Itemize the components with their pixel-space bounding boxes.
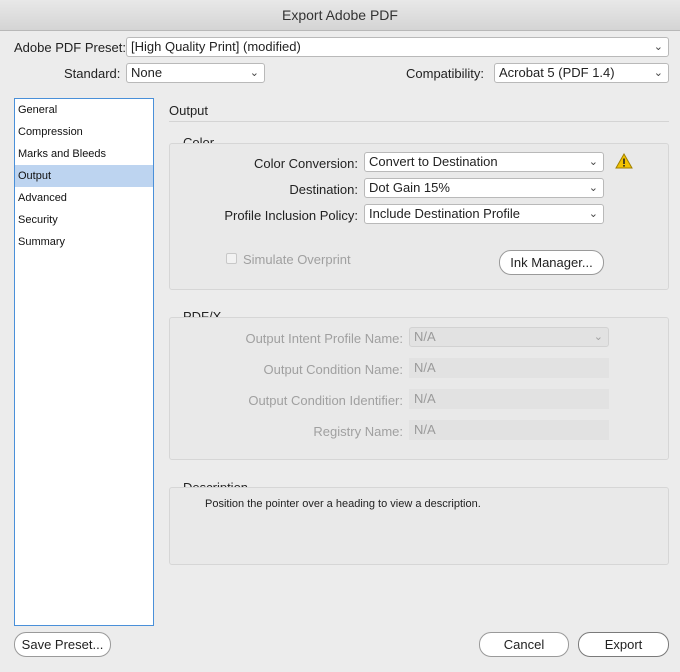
destination-select[interactable]: Dot Gain 15% ⌄ [364,178,604,198]
ink-manager-button[interactable]: Ink Manager... [499,250,604,275]
simulate-overprint-checkbox[interactable] [226,253,237,264]
registry-name-field[interactable]: N/A [409,420,609,440]
sidebar-item-output[interactable]: Output [15,165,153,187]
destination-label: Destination: [289,182,358,197]
compatibility-label: Compatibility: [406,66,485,81]
output-intent-value: N/A [414,329,436,344]
chevron-down-icon: ⌄ [249,67,259,79]
sidebar-item-advanced[interactable]: Advanced [15,187,153,209]
window-title-bar: Export Adobe PDF [0,0,680,31]
standard-label: Standard: [64,66,121,81]
standard-select[interactable]: None ⌄ [126,63,265,83]
profile-policy-select[interactable]: Include Destination Profile ⌄ [364,204,604,224]
sidebar-item-general[interactable]: General [15,99,153,121]
chevron-down-icon: ⌄ [653,67,663,79]
output-intent-select[interactable]: N/A ⌄ [409,327,609,347]
registry-name-label: Registry Name: [313,424,403,439]
simulate-overprint-label: Simulate Overprint [243,252,351,267]
preset-select[interactable]: [High Quality Print] (modified) ⌄ [126,37,669,57]
output-condition-field[interactable]: N/A [409,358,609,378]
save-preset-button[interactable]: Save Preset... [14,632,111,657]
category-list: General Compression Marks and Bleeds Out… [14,98,154,626]
sidebar-item-marks-and-bleeds[interactable]: Marks and Bleeds [15,143,153,165]
description-text: Position the pointer over a heading to v… [205,498,481,510]
output-intent-label: Output Intent Profile Name: [245,331,403,346]
output-identifier-label: Output Condition Identifier: [248,393,403,408]
chevron-down-icon: ⌄ [588,156,598,168]
preset-label: Adobe PDF Preset: [14,40,126,55]
chevron-down-icon: ⌄ [593,331,603,343]
chevron-down-icon: ⌄ [653,41,663,53]
color-conversion-label: Color Conversion: [253,156,358,171]
panel-title-divider [169,121,669,122]
compatibility-value: Acrobat 5 (PDF 1.4) [499,65,615,80]
standard-value: None [131,65,163,80]
window-title: Export Adobe PDF [282,7,398,23]
cancel-button[interactable]: Cancel [479,632,569,657]
color-conversion-value: Convert to Destination [369,154,498,169]
profile-policy-value: Include Destination Profile [369,206,521,221]
compatibility-select[interactable]: Acrobat 5 (PDF 1.4) ⌄ [494,63,669,83]
panel-title: Output [169,103,209,118]
output-identifier-field[interactable]: N/A [409,389,609,409]
chevron-down-icon: ⌄ [588,182,598,194]
color-conversion-select[interactable]: Convert to Destination ⌄ [364,152,604,172]
sidebar-item-security[interactable]: Security [15,209,153,231]
preset-value: [High Quality Print] (modified) [131,39,301,54]
warning-icon [615,152,633,170]
chevron-down-icon: ⌄ [588,208,598,220]
export-button[interactable]: Export [578,632,669,657]
output-condition-label: Output Condition Name: [263,362,403,377]
sidebar-item-compression[interactable]: Compression [15,121,153,143]
destination-value: Dot Gain 15% [369,180,450,195]
sidebar-item-summary[interactable]: Summary [15,231,153,253]
profile-policy-label: Profile Inclusion Policy: [224,208,358,223]
